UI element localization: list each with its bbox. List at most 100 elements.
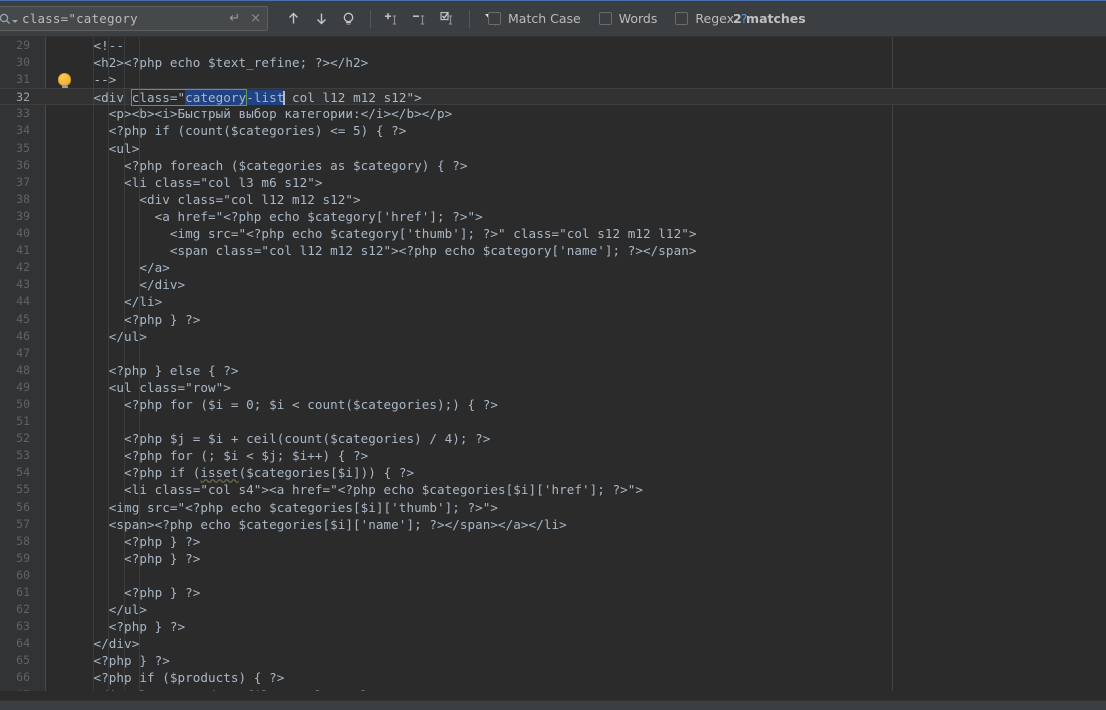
code-text: <a href="<?php echo $category['href']; ?… — [63, 208, 483, 224]
code-line[interactable]: 62 </ul> — [0, 601, 1106, 618]
code-line[interactable]: 55 <li class="col s4"><a href="<?php ech… — [0, 481, 1106, 498]
code-line[interactable]: 32 <div class="category-list col l12 m12… — [0, 88, 1106, 107]
option-regex[interactable]: Regex — [675, 11, 734, 26]
code-line[interactable]: 43 </div> — [0, 276, 1106, 293]
code-text: <?php $j = $i + ceil(count($categories) … — [63, 431, 491, 447]
ide-window: class="category ↵ × Match Case Words Reg… — [0, 0, 1106, 710]
code-line[interactable]: 54 <?php if (isset($categories[$i])) { ?… — [0, 464, 1106, 481]
code-line[interactable]: 33 <p><b><i>Быстрый выбор категории:</i>… — [0, 105, 1106, 122]
code-line[interactable]: 66 <?php if ($products) { ?> — [0, 669, 1106, 686]
code-text: <?php } ?> — [63, 653, 170, 669]
line-number: 49 — [16, 379, 30, 394]
code-line[interactable]: 59 <?php } ?> — [0, 550, 1106, 567]
line-number: 54 — [16, 465, 30, 480]
line-number: 33 — [16, 106, 30, 121]
code-line[interactable]: 57 <span><?php echo $categories[$i]['nam… — [0, 516, 1106, 533]
line-number: 36 — [16, 157, 30, 172]
code-line[interactable]: 38 <div class="col l12 m12 s12"> — [0, 191, 1106, 208]
code-line[interactable]: 52 <?php $j = $i + ceil(count($categorie… — [0, 430, 1106, 447]
code-editor[interactable]: 29 <!--30 <h2><?php echo $text_refine; ?… — [0, 37, 1106, 691]
code-line[interactable]: 53 <?php for (; $i < $j; $i++) { ?> — [0, 447, 1106, 464]
toolbar-divider-2 — [469, 9, 470, 28]
code-line[interactable]: 46 </ul> — [0, 328, 1106, 345]
code-line[interactable]: 44 </li> — [0, 293, 1106, 310]
indent-guide — [93, 37, 95, 691]
code-line[interactable]: 49 <ul class="row"> — [0, 379, 1106, 396]
line-number: 39 — [16, 208, 30, 223]
remove-occurrence-button[interactable] — [407, 6, 433, 32]
selected-text-tail: -list — [246, 90, 285, 106]
code-text: <img src="<?php echo $category['thumb'];… — [63, 226, 697, 242]
code-line[interactable]: 60 — [0, 567, 1106, 584]
code-text: <?php } else { ?> — [63, 362, 239, 378]
code-text: <p><b><i>Быстрый выбор категории:</i></b… — [63, 106, 453, 122]
code-text: <?php } ?> — [63, 550, 201, 566]
code-line[interactable]: 36 <?php foreach ($categories as $catego… — [0, 157, 1106, 174]
code-line[interactable]: 65 <?php } ?> — [0, 652, 1106, 669]
search-magnifier-icon[interactable] — [0, 13, 18, 25]
code-line[interactable]: 64 </div> — [0, 635, 1106, 652]
find-options: Match Case Words Regex ? — [488, 0, 747, 37]
code-text: <?php if ($products) { ?> — [63, 670, 285, 686]
code-line[interactable]: 63 <?php } ?> — [0, 618, 1106, 635]
search-input[interactable]: class="category ↵ × — [0, 6, 268, 31]
line-number: 53 — [16, 448, 30, 463]
code-line[interactable]: 40 <img src="<?php echo $category['thumb… — [0, 225, 1106, 242]
add-occurrence-button[interactable] — [379, 6, 405, 32]
code-line[interactable]: 61 <?php } ?> — [0, 584, 1106, 601]
text-caret — [283, 91, 286, 106]
code-line[interactable]: 51 — [0, 413, 1106, 430]
line-number: 56 — [16, 499, 30, 514]
code-line[interactable]: 42 </a> — [0, 259, 1106, 276]
select-all-occurrences-button[interactable] — [435, 6, 461, 32]
horizontal-scrollbar-track[interactable] — [0, 691, 1106, 700]
find-previous-button[interactable] — [280, 6, 306, 32]
line-number: 61 — [16, 585, 30, 599]
line-number: 30 — [16, 55, 30, 70]
words-checkbox[interactable] — [598, 12, 612, 25]
line-number: 51 — [16, 414, 30, 429]
match-case-label: Match Case — [508, 11, 581, 26]
code-line[interactable]: 45 <?php } ?> — [0, 311, 1106, 328]
indent-guide — [138, 37, 140, 691]
code-line[interactable]: 30 <h2><?php echo $text_refine; ?></h2> — [0, 54, 1106, 71]
lightbulb-icon[interactable] — [58, 73, 71, 90]
line-number: 65 — [16, 653, 30, 668]
find-all-button[interactable] — [336, 6, 362, 32]
code-text: <li class="col l3 m6 s12"> — [63, 174, 323, 190]
option-words[interactable]: Words — [598, 11, 657, 26]
line-number: 47 — [16, 345, 30, 360]
line-number: 35 — [16, 140, 30, 155]
code-line[interactable]: 48 <?php } else { ?> — [0, 362, 1106, 379]
code-line[interactable]: 34 <?php if (count($categories) <= 5) { … — [0, 122, 1106, 139]
code-line[interactable]: 39 <a href="<?php echo $category['href']… — [0, 208, 1106, 225]
code-text: <?php } ?> — [63, 311, 201, 327]
code-line[interactable]: 47 — [0, 345, 1106, 362]
code-text: </ul> — [63, 328, 147, 344]
search-history-chevron-down-icon[interactable] — [12, 20, 18, 23]
match-count-label: 2 matches — [733, 11, 806, 26]
line-number: 32 — [16, 90, 30, 105]
match-case-checkbox[interactable] — [488, 12, 501, 25]
line-number: 64 — [16, 636, 30, 651]
code-line[interactable]: 56 <img src="<?php echo $categories[$i][… — [0, 499, 1106, 516]
find-next-button[interactable] — [308, 6, 334, 32]
search-input-value: class="category — [22, 11, 138, 26]
line-number: 34 — [16, 123, 30, 138]
close-icon[interactable]: × — [250, 12, 263, 25]
option-match-case[interactable]: Match Case — [488, 11, 581, 26]
line-number: 62 — [16, 602, 30, 617]
code-text: <span class="col l12 m12 s12"><?php echo… — [63, 243, 697, 259]
code-line[interactable]: 37 <li class="col l3 m6 s12"> — [0, 174, 1106, 191]
code-line[interactable]: 58 <?php } ?> — [0, 533, 1106, 550]
code-line[interactable]: 41 <span class="col l12 m12 s12"><?php e… — [0, 242, 1106, 259]
code-line[interactable]: 35 <ul> — [0, 140, 1106, 157]
code-line[interactable]: 50 <?php for ($i = 0; $i < count($catego… — [0, 396, 1106, 413]
toolbar-divider — [370, 9, 371, 28]
code-text: </ul> — [63, 602, 147, 618]
code-line[interactable]: 29 <!-- — [0, 37, 1106, 54]
regex-checkbox[interactable] — [675, 12, 689, 25]
code-line[interactable]: 31 --> — [0, 71, 1106, 90]
status-bar — [0, 700, 1106, 710]
enter-key-icon: ↵ — [229, 11, 241, 26]
